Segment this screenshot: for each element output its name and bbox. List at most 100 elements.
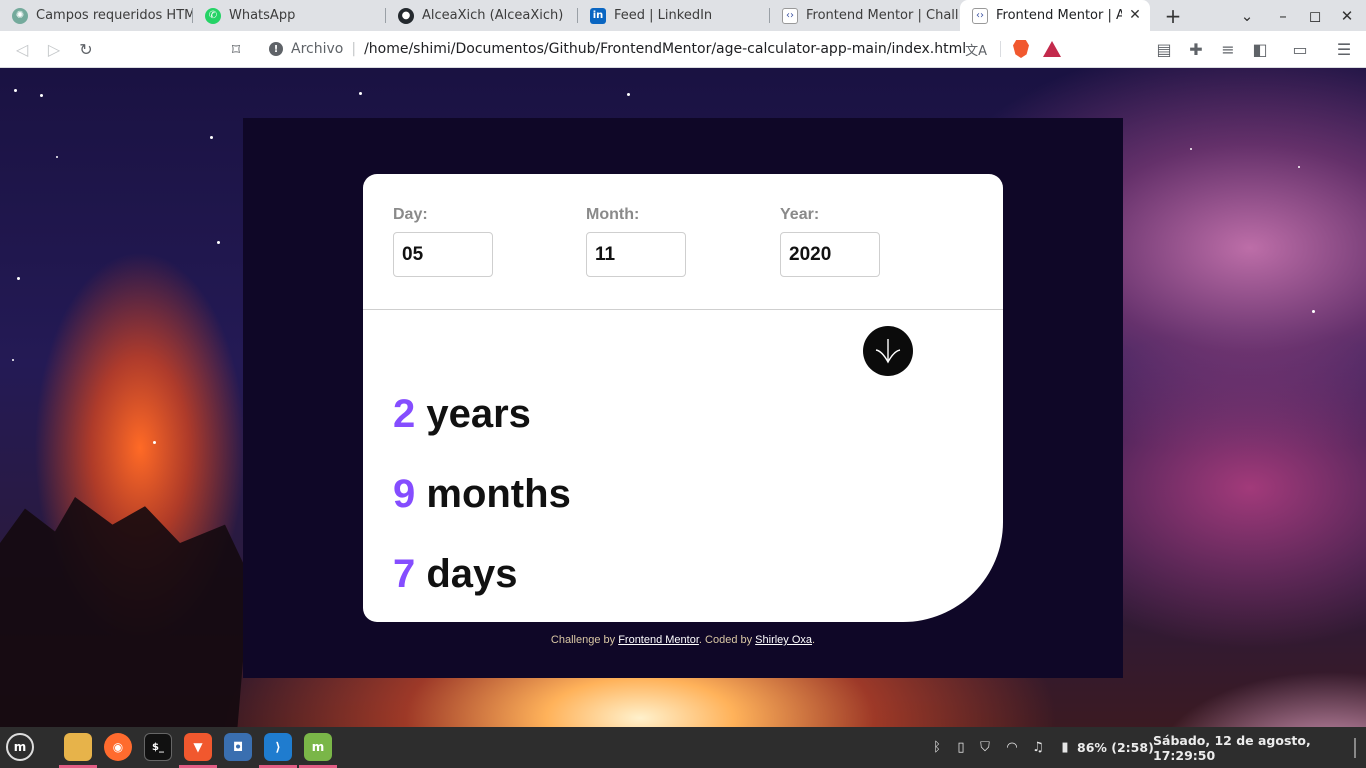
terminal-icon[interactable]: $_	[144, 733, 172, 761]
brave-rewards-icon[interactable]	[1043, 41, 1061, 57]
star	[14, 89, 17, 92]
tab-linkedin[interactable]: in Feed | LinkedIn	[578, 0, 770, 31]
sound-icon[interactable]: ♫	[1030, 739, 1046, 755]
close-window-button[interactable]: ✕	[1332, 0, 1362, 31]
reload-button[interactable]: ↻	[73, 37, 99, 61]
month-label: Month:	[586, 206, 640, 223]
screenshot-icon[interactable]: ◘	[224, 733, 252, 761]
wifi-icon[interactable]: ◠	[1004, 739, 1020, 755]
brave-icon[interactable]: ▼	[184, 733, 212, 761]
whatsapp-icon: ✆	[205, 7, 221, 24]
tab-whatsapp[interactable]: ✆ WhatsApp	[193, 0, 386, 31]
tab-title: Feed | LinkedIn	[614, 8, 713, 23]
sidebar-icon[interactable]: ◧	[1247, 37, 1273, 61]
attribution-middle: . Coded by	[698, 634, 753, 646]
tab-frontend-mentor-age[interactable]: ‹› Frontend Mentor | Age ✕	[960, 0, 1150, 31]
star	[1190, 148, 1192, 150]
star	[217, 241, 220, 244]
file-scheme-label: Archivo	[291, 41, 344, 57]
software-manager-icon[interactable]: m	[304, 733, 332, 761]
year-label: Year:	[780, 206, 820, 223]
url-text[interactable]: /home/shimi/Documentos/Github/FrontendMe…	[364, 41, 966, 57]
star	[40, 94, 43, 97]
firefox-icon[interactable]: ◉	[104, 733, 132, 761]
address-divider: |	[351, 41, 357, 57]
months-unit: months	[426, 472, 571, 516]
result-years: 2 years	[393, 392, 531, 437]
tab-strip: ✺ Campos requeridos HTML. ✆ WhatsApp ● A…	[0, 0, 1366, 31]
year-field: Year:	[780, 206, 880, 277]
back-button[interactable]: ◁	[9, 37, 35, 61]
linkedin-icon: in	[590, 7, 606, 24]
month-field: Month:	[586, 206, 686, 277]
bluetooth-icon[interactable]: ᛒ	[929, 739, 945, 755]
star	[1312, 310, 1315, 313]
tab-github[interactable]: ● AlceaXich (AlceaXich)	[386, 0, 578, 31]
result-months: 9 months	[393, 472, 571, 517]
attribution-prefix: Challenge by	[550, 634, 616, 646]
translate-icon[interactable]: 文A	[965, 40, 987, 59]
minimize-button[interactable]: –	[1268, 0, 1298, 31]
star	[210, 136, 213, 139]
github-icon: ●	[398, 7, 414, 24]
menu-icon[interactable]: ☰	[1331, 37, 1357, 61]
star	[153, 441, 156, 444]
star	[12, 359, 14, 361]
playlist-icon[interactable]: ≡	[1215, 37, 1241, 61]
clipboard-icon[interactable]: ▯	[953, 739, 969, 755]
frontend-mentor-icon: ‹›	[782, 7, 798, 24]
result-days: 7 days	[393, 552, 518, 597]
show-desktop-handle[interactable]	[1354, 727, 1358, 768]
menu-icon[interactable]: m	[6, 733, 34, 761]
tab-title: AlceaXich (AlceaXich)	[422, 8, 564, 23]
clock[interactable]: Sábado, 12 de agosto, 17:29:50	[1153, 727, 1366, 768]
close-tab-icon[interactable]: ✕	[1126, 6, 1144, 24]
years-unit: years	[426, 392, 531, 436]
maximize-button[interactable]: ◻	[1300, 0, 1330, 31]
files-icon[interactable]	[64, 733, 92, 761]
tab-search-chevron-icon[interactable]: ⌄	[1232, 0, 1262, 31]
author-link[interactable]: Shirley Oxa	[755, 634, 812, 646]
tab-title: WhatsApp	[229, 8, 296, 23]
day-input[interactable]	[393, 232, 493, 277]
age-calculator-card: Day: Month: Year: 2 years	[363, 174, 1003, 622]
star	[56, 156, 58, 158]
taskbar: m ◉ $_ ▼ ◘ ⟩ m ᛒ ▯ ⛉ ◠ ♫ ▮ 86% (2:58) Sá…	[0, 727, 1366, 768]
calculate-button[interactable]	[863, 326, 913, 376]
tab-frontend-mentor-challenge[interactable]: ‹› Frontend Mentor | Challen	[770, 0, 958, 31]
app-container: Day: Month: Year: 2 years	[243, 118, 1123, 678]
address-bar[interactable]: ! Archivo | /home/shimi/Documentos/Githu…	[259, 34, 1071, 64]
months-value: 9	[393, 472, 416, 516]
tab-title: Frontend Mentor | Age	[996, 8, 1122, 23]
day-label: Day:	[393, 206, 428, 223]
tab-title: Frontend Mentor | Challen	[806, 8, 958, 23]
star	[17, 277, 20, 280]
battery-status[interactable]: 86% (2:58)	[1077, 727, 1154, 768]
tree-silhouette	[0, 497, 250, 727]
extensions-icon[interactable]: ✚	[1183, 37, 1209, 61]
shield-icon[interactable]: ⛉	[977, 739, 993, 755]
site-info-icon[interactable]: !	[269, 42, 283, 56]
page-background: Day: Month: Year: 2 years	[0, 68, 1366, 727]
tab-title: Campos requeridos HTML.	[36, 8, 193, 23]
reader-mode-icon[interactable]: ▤	[1151, 37, 1177, 61]
battery-icon[interactable]: ▮	[1057, 739, 1073, 755]
star	[359, 92, 362, 95]
attribution: Challenge by Frontend Mentor. Coded by S…	[243, 634, 1123, 646]
address-separator	[1000, 41, 1001, 57]
vscode-icon[interactable]: ⟩	[264, 733, 292, 761]
star	[627, 93, 630, 96]
year-input[interactable]	[780, 232, 880, 277]
chatgpt-icon: ✺	[12, 7, 28, 24]
attribution-suffix: .	[812, 634, 816, 646]
frontend-mentor-link[interactable]: Frontend Mentor	[618, 634, 699, 646]
brave-shields-icon[interactable]	[1013, 40, 1029, 58]
years-value: 2	[393, 392, 416, 436]
new-tab-button[interactable]: +	[1158, 0, 1188, 31]
browser-toolbar: ◁ ▷ ↻ ⌑ ! Archivo | /home/shimi/Document…	[0, 31, 1366, 68]
tab-chatgpt[interactable]: ✺ Campos requeridos HTML.	[0, 0, 193, 31]
bookmark-icon[interactable]: ⌑	[223, 37, 249, 61]
forward-button[interactable]: ▷	[41, 37, 67, 61]
wallet-icon[interactable]: ▭	[1287, 37, 1313, 61]
month-input[interactable]	[586, 232, 686, 277]
